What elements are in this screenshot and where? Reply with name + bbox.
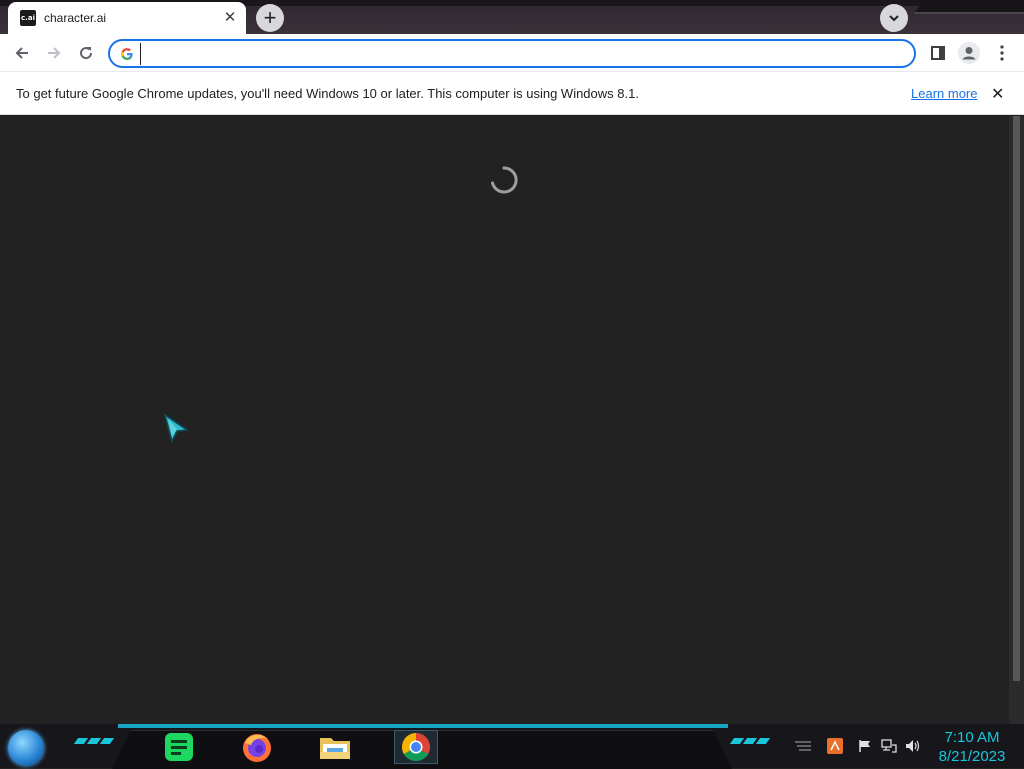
browser-toolbar (0, 34, 1024, 71)
tab-close-icon[interactable]: ✕ (222, 10, 238, 26)
infobar-message: To get future Google Chrome updates, you… (16, 86, 639, 101)
scrollbar-thumb[interactable] (1013, 116, 1020, 681)
back-arrow-icon (15, 47, 28, 59)
tab-search-button[interactable] (880, 4, 908, 32)
action-center-flag-icon[interactable] (856, 738, 874, 754)
taskbar-chrome[interactable] (394, 730, 438, 764)
loading-spinner-icon (491, 166, 518, 194)
forward-arrow-icon (48, 47, 61, 59)
start-button[interactable] (8, 730, 44, 766)
new-tab-button[interactable]: + (256, 4, 284, 32)
tab-strip: c.ai character.ai ✕ + (0, 0, 1024, 34)
clock-date: 8/21/2023 (938, 748, 1006, 765)
window-decoration (914, 0, 1024, 14)
chrome-menu-button[interactable] (988, 39, 1016, 67)
infobar-close-icon[interactable]: ✕ (991, 84, 1004, 104)
taskbar-notes-app[interactable] (162, 730, 196, 764)
profile-button[interactable] (955, 39, 983, 67)
taskbar-clock[interactable]: 7:10 AM 8/21/2023 (934, 728, 1010, 766)
reload-button[interactable] (72, 39, 100, 67)
update-infobar: To get future Google Chrome updates, you… (0, 71, 1024, 115)
reload-icon (80, 47, 93, 60)
page-content (0, 116, 1009, 724)
taskbar-file-explorer[interactable] (318, 730, 352, 764)
vertical-scrollbar[interactable] (1009, 116, 1024, 724)
address-bar[interactable] (108, 39, 916, 68)
taskbar: 7:10 AM 8/21/2023 (0, 724, 1024, 769)
chevron-down-icon (889, 15, 899, 22)
omnibox-input[interactable] (140, 42, 885, 65)
folder-icon (320, 738, 350, 759)
learn-more-link[interactable]: Learn more (911, 86, 977, 101)
firefox-icon (243, 734, 271, 762)
google-g-icon (121, 47, 133, 60)
three-dots-menu-icon (1000, 45, 1004, 61)
tab-character-ai[interactable]: c.ai character.ai ✕ (8, 2, 246, 34)
back-button[interactable] (8, 39, 36, 67)
taskbar-firefox[interactable] (240, 730, 274, 764)
taskbar-glow-line (118, 724, 728, 728)
side-panel-icon (931, 46, 945, 60)
taskbar-decoration-left (73, 738, 115, 744)
notes-app-icon (165, 733, 193, 761)
side-panel-button[interactable] (924, 39, 952, 67)
clock-time: 7:10 AM (944, 729, 1000, 746)
forward-button[interactable] (40, 39, 68, 67)
taskbar-decoration-right (729, 738, 771, 744)
chrome-icon (402, 733, 430, 761)
volume-icon[interactable] (904, 738, 922, 754)
tray-app-icon[interactable] (826, 738, 844, 754)
network-icon[interactable] (880, 738, 898, 754)
mouse-cursor-icon (163, 413, 189, 444)
profile-avatar-icon (958, 42, 980, 64)
tab-title: character.ai (44, 11, 107, 25)
site-favicon: c.ai (20, 10, 36, 26)
show-desktop-icon[interactable] (792, 738, 814, 754)
